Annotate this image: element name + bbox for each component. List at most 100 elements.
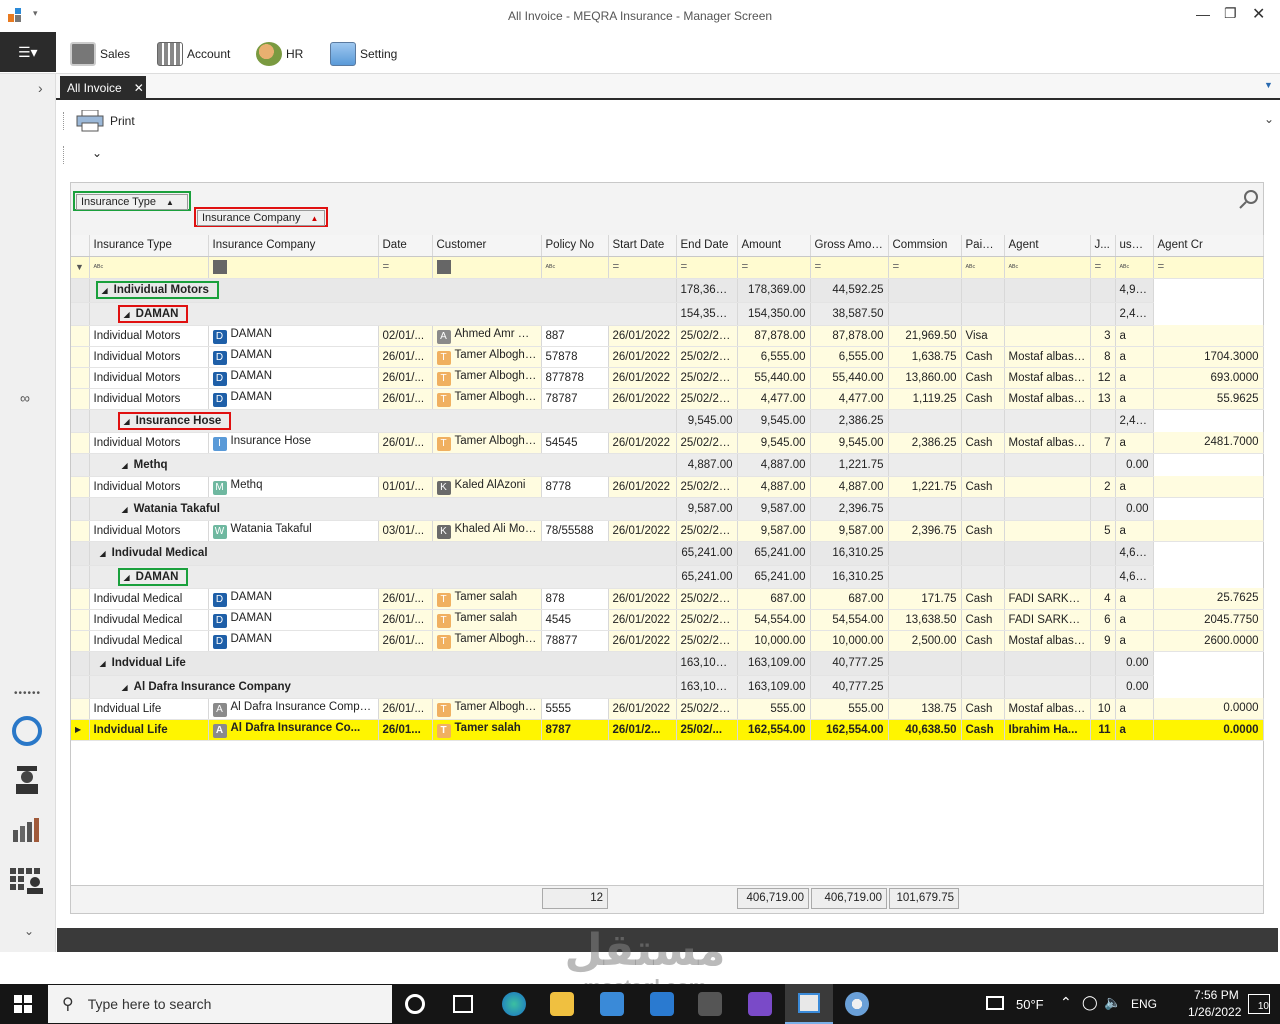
network-icon[interactable]: ◯ xyxy=(1082,994,1098,1011)
cell-commission[interactable]: 1,119.25 xyxy=(888,388,962,410)
cell-insurance-company[interactable]: A Al Dafra Insurance Company xyxy=(208,698,379,720)
cell-gross-amount[interactable]: 10,000.00 xyxy=(810,630,889,652)
cell-insurance-company[interactable]: W Watania Takaful xyxy=(208,520,379,542)
cell-j[interactable]: 13 xyxy=(1090,388,1116,410)
cell-end-date[interactable]: 25/02/20... xyxy=(676,346,738,368)
cell-gross-amount[interactable]: 55,440.00 xyxy=(810,367,889,389)
group-label-cell[interactable]: ◢ DAMAN xyxy=(89,302,677,326)
cell-agent[interactable] xyxy=(1004,325,1091,347)
weather-temp[interactable]: 50°F xyxy=(1016,997,1044,1012)
cell-commission[interactable]: 171.75 xyxy=(888,588,962,610)
column-header[interactable]: Agent Cr xyxy=(1153,235,1264,257)
cell-date[interactable]: 03/01/... xyxy=(378,520,433,542)
cell-policy-no[interactable]: 78877 xyxy=(541,630,609,652)
expand-sidebar-icon[interactable]: › xyxy=(38,80,43,96)
cell-j[interactable]: 7 xyxy=(1090,432,1116,454)
cell-j[interactable]: 4 xyxy=(1090,588,1116,610)
group-label-cell[interactable]: ◢ DAMAN xyxy=(89,565,677,589)
cell-policy-no[interactable]: 78/55588 xyxy=(541,520,609,542)
cell-j[interactable]: 10 xyxy=(1090,698,1116,720)
table-row[interactable]: Indivudal Medical D DAMAN 26/01/... T Tamer s… xyxy=(71,588,1264,610)
cell-j[interactable]: 12 xyxy=(1090,367,1116,389)
cell-gross-amount[interactable]: 4,477.00 xyxy=(810,388,889,410)
cell-amount[interactable]: 87,878.00 xyxy=(737,325,811,347)
cell-commission[interactable]: 2,396.75 xyxy=(888,520,962,542)
cell-insurance-type[interactable]: Individual Motors xyxy=(89,476,209,498)
cell-end-date[interactable]: 25/02/... xyxy=(676,719,738,741)
cell-amount[interactable]: 4,887.00 xyxy=(737,476,811,498)
cell-commission[interactable]: 13,860.00 xyxy=(888,367,962,389)
cell-end-date[interactable]: 25/02/20... xyxy=(676,698,738,720)
cell-start-date[interactable]: 26/01/2022 xyxy=(608,630,677,652)
cell-customer[interactable]: T Tamer Alboghd... xyxy=(432,432,542,454)
cell-paid[interactable]: Visa xyxy=(961,325,1005,347)
group-label-cell[interactable]: ◢ Methq xyxy=(89,453,677,477)
cell-insurance-company[interactable]: D DAMAN xyxy=(208,609,379,631)
cell-user[interactable]: a xyxy=(1115,367,1154,389)
cell-policy-no[interactable]: 78787 xyxy=(541,388,609,410)
filter-cell[interactable]: = xyxy=(378,256,433,279)
cell-paid[interactable]: Cash xyxy=(961,698,1005,720)
group-row[interactable]: ◢ Individual Motors 178,369.00 178,369.00 44… xyxy=(71,278,1263,303)
cell-customer[interactable]: T Tamer Alboghd... xyxy=(432,630,542,652)
column-header[interactable]: Customer xyxy=(432,235,542,257)
cell-user[interactable]: a xyxy=(1115,719,1154,741)
cell-agent[interactable]: FADI SARKO ... xyxy=(1004,609,1091,631)
collapse-icon[interactable]: ◢ xyxy=(100,659,106,668)
group-header[interactable]: ◢ Insurance Hose xyxy=(117,411,232,430)
cell-gross-amount[interactable]: 687.00 xyxy=(810,588,889,610)
cell-insurance-type[interactable]: Individual Motors xyxy=(89,432,209,454)
cell-amount[interactable]: 687.00 xyxy=(737,588,811,610)
cell-customer[interactable]: T Tamer salah xyxy=(432,609,542,631)
cell-insurance-type[interactable]: Indvidual Life xyxy=(89,698,209,720)
cell-agent[interactable]: Mostaf albash... xyxy=(1004,388,1091,410)
row-indicator[interactable] xyxy=(71,325,90,347)
collapse-icon[interactable]: ◢ xyxy=(122,683,128,692)
clock-date[interactable]: 1/26/2022 xyxy=(1188,1005,1241,1019)
cell-amount[interactable]: 4,477.00 xyxy=(737,388,811,410)
cell-agent-cr[interactable]: 55.9625 xyxy=(1153,388,1264,410)
cell-j[interactable]: 9 xyxy=(1090,630,1116,652)
cell-end-date[interactable]: 25/02/20... xyxy=(676,367,738,389)
cell-policy-no[interactable]: 8778 xyxy=(541,476,609,498)
group-chip-insurance-company[interactable]: Insurance Company ▲ xyxy=(197,210,325,226)
cell-insurance-company[interactable]: D DAMAN xyxy=(208,367,379,389)
cell-agent[interactable]: Mostaf albash... xyxy=(1004,698,1091,720)
row-indicator[interactable] xyxy=(71,388,90,410)
table-row[interactable]: Individual Motors D DAMAN 26/01/... T Tamer A… xyxy=(71,388,1264,410)
tray-overflow-icon[interactable]: ⌃ xyxy=(1060,994,1072,1011)
cell-user[interactable]: a xyxy=(1115,325,1154,347)
filter-cell[interactable]: ᴬᴮᶜ xyxy=(961,256,1005,279)
cell-paid[interactable]: Cash xyxy=(961,520,1005,542)
filter-cell[interactable]: = xyxy=(676,256,738,279)
table-row[interactable]: Individual Motors D DAMAN 26/01/... T Tamer A… xyxy=(71,367,1264,389)
cell-insurance-type[interactable]: Individual Motors xyxy=(89,325,209,347)
collapse-icon[interactable]: ◢ xyxy=(122,461,128,470)
collapse-icon[interactable]: ◢ xyxy=(124,417,130,426)
cell-amount[interactable]: 555.00 xyxy=(737,698,811,720)
taskbar-search-box[interactable]: ⚲ Type here to search xyxy=(48,985,392,1023)
app-menu-button[interactable]: ☰▾ xyxy=(0,32,56,72)
cell-insurance-type[interactable]: Individual Motors xyxy=(89,367,209,389)
cell-agent-cr[interactable]: 1704.3000 xyxy=(1153,346,1264,368)
tab-all-invoice[interactable]: All Invoice ✕ xyxy=(60,76,146,100)
cell-agent-cr[interactable]: 0.0000 xyxy=(1153,719,1264,741)
cell-customer[interactable]: T Tamer salah xyxy=(432,719,542,741)
dashboard-icon[interactable] xyxy=(12,716,42,746)
group-row[interactable]: ◢ Al Dafra Insurance Company 163,109.00 163… xyxy=(71,675,1263,699)
cell-agent[interactable]: Mostaf albash... xyxy=(1004,432,1091,454)
cell-date[interactable]: 26/01/... xyxy=(378,367,433,389)
table-row[interactable]: Individual Motors M Methq 01/01/... K Kaled A… xyxy=(71,476,1264,498)
cell-user[interactable]: a xyxy=(1115,609,1154,631)
cell-amount[interactable]: 54,554.00 xyxy=(737,609,811,631)
group-header[interactable]: ◢ DAMAN xyxy=(117,567,189,586)
cortana-icon[interactable] xyxy=(405,994,425,1014)
cell-start-date[interactable]: 26/01/2022 xyxy=(608,367,677,389)
cell-insurance-type[interactable]: Indvidual Life xyxy=(89,719,209,741)
group-header[interactable]: ◢ Watania Takaful xyxy=(118,502,228,516)
cell-gross-amount[interactable]: 54,554.00 xyxy=(810,609,889,631)
cell-date[interactable]: 26/01/... xyxy=(378,346,433,368)
group-header[interactable]: ◢ Individual Motors xyxy=(95,281,219,299)
weather-icon[interactable] xyxy=(986,996,1004,1010)
table-row[interactable]: Indvidual Life A Al Dafra Insurance Compan… xyxy=(71,698,1264,720)
